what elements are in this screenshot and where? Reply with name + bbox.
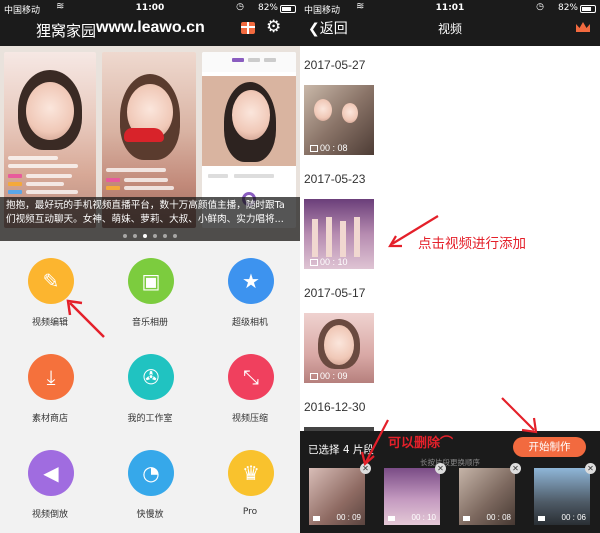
feature-tile-label: 视频倒放 [31, 510, 68, 520]
feature-tile-label: 快慢放 [136, 510, 164, 520]
feature-tile[interactable]: ⤓ 素材商店 [0, 337, 100, 433]
video-thumb[interactable]: 00 : 08 [304, 85, 374, 155]
feature-tile-label: 超级相机 [231, 318, 268, 328]
promo-banner[interactable]: 抱抱，最好玩的手机视频直播平台，数十万高颜值主播，随时跟Ta 们视频互动聊天。女… [0, 46, 300, 241]
page-title: 视频 [437, 22, 462, 36]
feature-tile[interactable]: ◀ 视频倒放 [0, 433, 100, 529]
feature-tile-label: Pro [242, 507, 258, 517]
remove-clip-icon[interactable]: ✕ [510, 463, 521, 474]
annotation-arrow-hint [388, 215, 439, 248]
feature-tile[interactable]: ✇ 我的工作室 [100, 337, 200, 433]
pagination-dot[interactable] [163, 234, 167, 238]
drag-hint: 长按片段更换顺序 [420, 458, 480, 467]
clock: 11:01 [435, 3, 465, 13]
clip-duration: 00 : 08 [486, 513, 511, 522]
top-bar: 中国移动 ≋ 11:01 ◷ 82% ❮返回 视频 [300, 0, 600, 46]
top-bar: 中国移动 ≋ 11:00 ◷ 82% 狸窝家园 www.leawo.cn ⚙ [0, 0, 300, 46]
selected-clip[interactable]: 00 : 08 [459, 468, 515, 525]
annotation-arrow-delete [360, 419, 389, 467]
feature-tile[interactable]: ★ 超级相机 [200, 241, 300, 337]
video-camera-icon [313, 516, 320, 521]
pagination-dot[interactable] [153, 234, 157, 238]
alarm-icon: ◷ [536, 2, 544, 12]
selected-clip[interactable]: 00 : 10 [384, 468, 440, 525]
status-bar: 中国移动 ≋ 11:00 ◷ 82% [0, 0, 300, 16]
annotation-arrow-left [66, 299, 105, 338]
battery-icon [280, 5, 296, 13]
pagination-dot[interactable] [173, 234, 177, 238]
battery-percent: 82% [257, 3, 278, 13]
reverse-play-icon: ◀ [28, 450, 74, 496]
clip-duration: 00 : 06 [561, 513, 586, 522]
banner-caption-line-1: 抱抱，最好玩的手机视频直播平台，数十万高颜值主播，随时跟Ta [6, 200, 285, 211]
video-camera-icon [388, 516, 395, 521]
speedometer-icon: ◔ [128, 450, 174, 496]
start-making-button[interactable]: 开始制作 [513, 437, 586, 457]
annotation-arrow-start [501, 397, 538, 434]
video-thumb[interactable]: 00 : 10 [304, 199, 374, 269]
remove-clip-icon[interactable]: ✕ [585, 463, 596, 474]
selected-clip[interactable]: 00 : 06 [534, 468, 590, 525]
video-duration: 00 : 10 [310, 257, 348, 267]
feature-tile-label: 我的工作室 [127, 414, 173, 424]
video-thumb[interactable]: 00 : 09 [304, 313, 374, 383]
remove-clip-icon[interactable]: ✕ [435, 463, 446, 474]
clock: 11:00 [135, 3, 165, 13]
feature-tile-label: 音乐相册 [131, 318, 168, 328]
clip-duration: 00 : 10 [411, 513, 436, 522]
banner-pagination [0, 234, 300, 238]
film-reel-icon: ✇ [128, 354, 174, 400]
feature-grid: ✎ 视频编辑 ▣ 音乐相册 ★ 超级相机 ⤓ 素材商店 ✇ 我的工作室 ⤡ 视频压缩 ◀ 视频倒放 ◔ 快慢放… [0, 241, 300, 533]
pagination-dot[interactable] [143, 234, 147, 238]
pagination-dot[interactable] [133, 234, 137, 238]
video-camera-icon [538, 516, 545, 521]
date-header: 2017-05-17 [304, 286, 366, 300]
feature-tile[interactable]: ▣ 音乐相册 [100, 241, 200, 337]
status-bar: 中国移动 ≋ 11:01 ◷ 82% [300, 0, 600, 16]
right-phone-screen: 中国移动 ≋ 11:01 ◷ 82% ❮返回 视频 2017-05-27 00 … [300, 0, 600, 533]
app-brand: 狸窝家园 [36, 22, 97, 40]
image-icon: ▣ [128, 258, 174, 304]
battery-percent: 82% [557, 3, 578, 13]
feature-tile[interactable]: ⤡ 视频压缩 [200, 337, 300, 433]
gear-icon[interactable]: ⚙ [266, 19, 281, 36]
delete-hint: 可以删除⌒ [388, 436, 454, 451]
video-camera-icon [463, 516, 470, 521]
compress-icon: ⤡ [228, 354, 274, 400]
banner-caption-line-2: 们视频互动聊天。女神、萌妹、萝莉、大叔、小鲜肉、实力唱将... [6, 214, 284, 225]
gift-icon[interactable] [241, 22, 255, 34]
left-phone-screen: 中国移动 ≋ 11:00 ◷ 82% 狸窝家园 www.leawo.cn ⚙ 抱… [0, 0, 300, 533]
date-header: 2017-05-23 [304, 172, 366, 186]
feature-tile-label: 素材商店 [31, 414, 68, 424]
feature-tile-label: 视频压缩 [231, 414, 268, 424]
feature-tile[interactable]: ◔ 快慢放 [100, 433, 200, 529]
selected-clip[interactable]: 00 : 09 [309, 468, 365, 525]
clip-duration: 00 : 09 [336, 513, 361, 522]
feature-tile[interactable]: ♛ Pro [200, 433, 300, 529]
crown-icon: ♛ [228, 450, 274, 496]
pagination-dot[interactable] [123, 234, 127, 238]
battery-icon [580, 5, 596, 13]
video-duration: 00 : 08 [310, 143, 348, 153]
watermark: www.leawo.cn [96, 19, 205, 36]
camera-star-icon: ★ [228, 258, 274, 304]
download-icon: ⤓ [28, 354, 74, 400]
date-header: 2016-12-30 [304, 400, 366, 414]
date-header: 2017-05-27 [304, 58, 366, 72]
video-duration: 00 : 09 [310, 371, 348, 381]
alarm-icon: ◷ [236, 2, 244, 12]
